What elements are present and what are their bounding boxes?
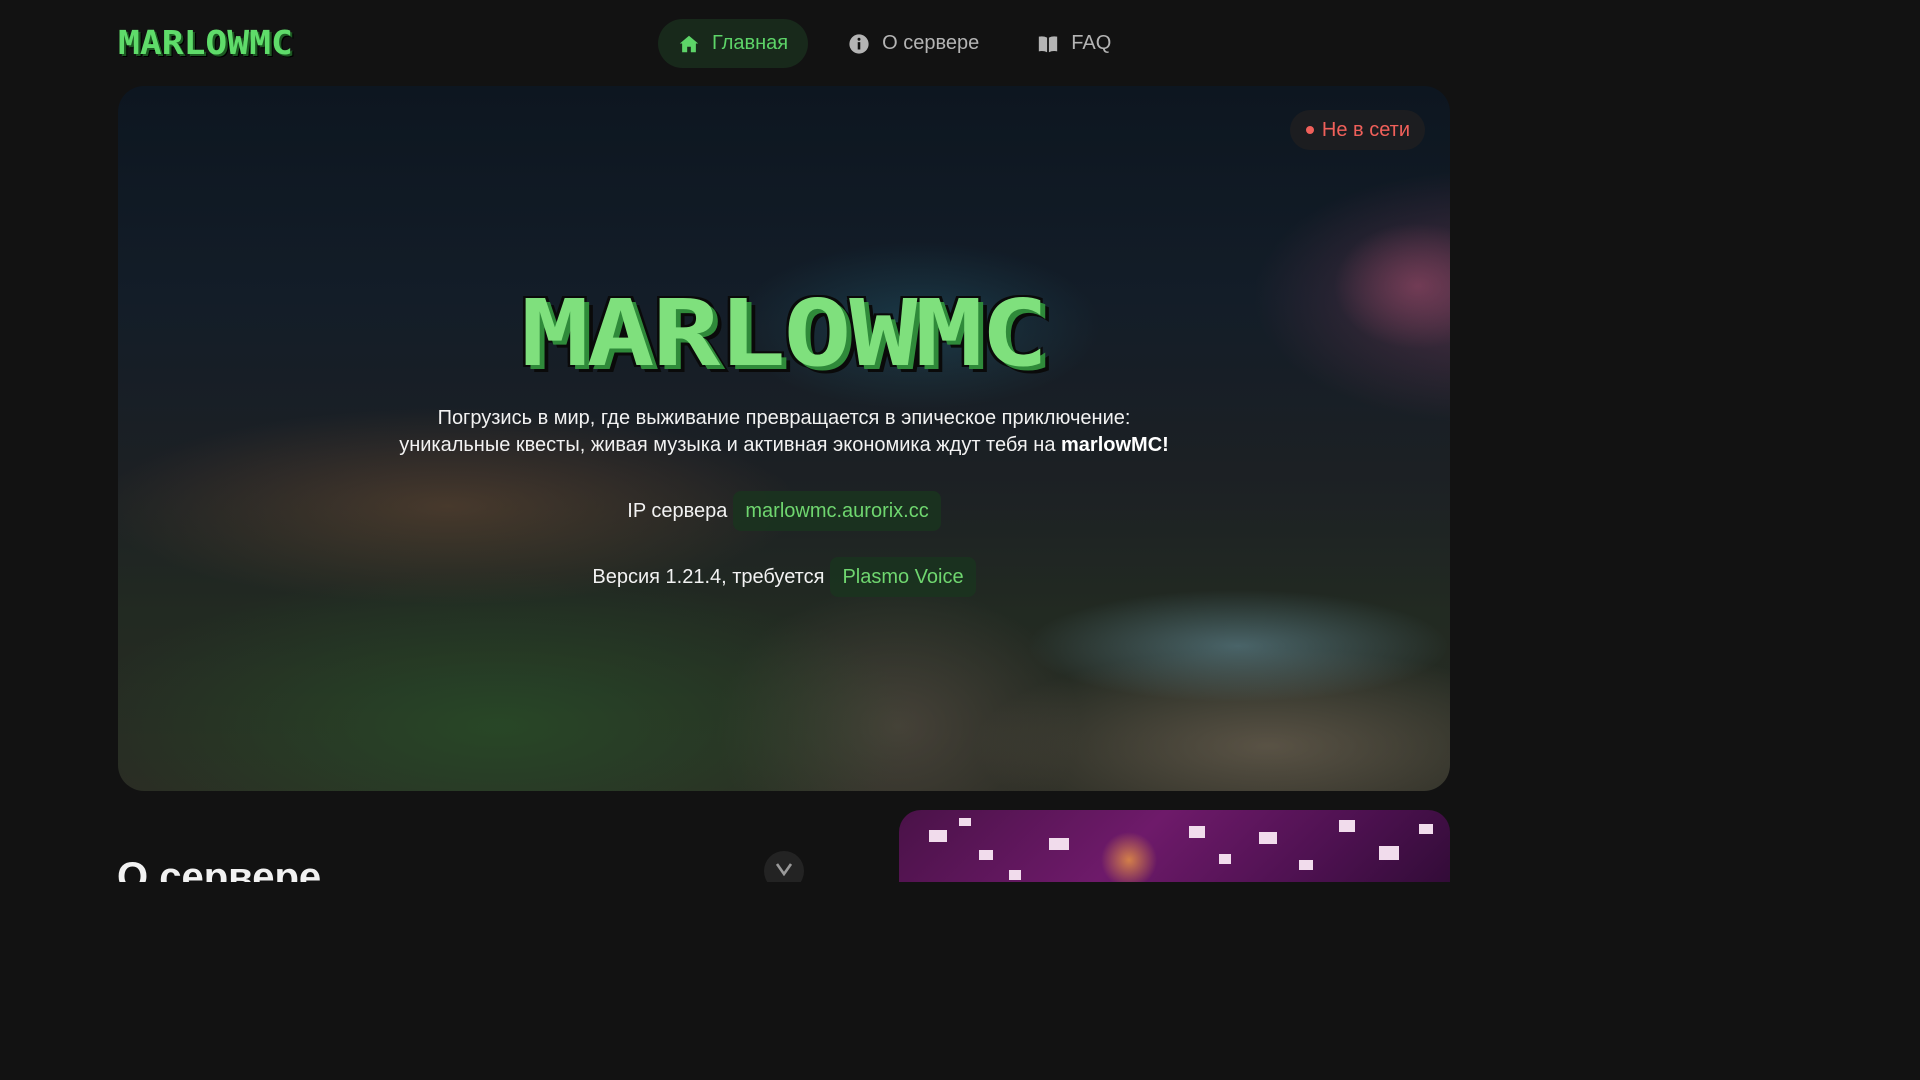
status-dot-icon xyxy=(1305,126,1314,134)
book-icon xyxy=(1037,33,1059,55)
nav-item-faq-label: FAQ xyxy=(1071,32,1112,54)
hero-description-line1: Погрузись в мир, где выживание превращае… xyxy=(437,407,1131,429)
server-status-badge: Не в сети xyxy=(1289,110,1425,150)
hero-banner: Не в сети MARLOWMC Погрузись в мир, где … xyxy=(118,86,1450,791)
plasmo-voice-link[interactable]: Plasmo Voice xyxy=(830,557,976,597)
hero-description-brand: marlowMC! xyxy=(1061,434,1169,456)
about-preview-image xyxy=(899,810,1450,882)
hero-logo-text: MARLOWMC xyxy=(521,280,1049,387)
server-ip-copy-button[interactable]: marlowmc.aurorix.cc xyxy=(733,491,941,531)
nav-item-home[interactable]: Главная xyxy=(658,19,809,68)
hero-description-line2: уникальные квесты, живая музыка и активн… xyxy=(118,432,1450,459)
server-ip-row: IP сервера marlowmc.aurorix.cc xyxy=(118,491,1450,531)
hero-description-line2-text: уникальные квесты, живая музыка и активн… xyxy=(399,434,1056,456)
info-icon xyxy=(848,33,870,55)
server-status-text: Не в сети xyxy=(1321,118,1410,141)
nav-item-faq[interactable]: FAQ xyxy=(1017,19,1131,68)
page: MARLOWMC Главная О сервере FAQ Не в сети xyxy=(0,0,1568,882)
hero-description: Погрузись в мир, где выживание превращае… xyxy=(118,405,1450,459)
server-version-label: Версия 1.21.4, требуется xyxy=(592,565,825,588)
nav-item-about[interactable]: О сервере xyxy=(828,19,999,68)
hero-logo: MARLOWMC xyxy=(118,284,1450,384)
nav-item-home-label: Главная xyxy=(712,32,789,54)
nav-item-about-label: О сервере xyxy=(882,32,980,54)
server-ip-label: IP сервера xyxy=(627,499,728,522)
site-logo[interactable]: MARLOWMC xyxy=(118,23,293,62)
chevron-down-icon xyxy=(775,862,793,881)
scroll-down-button[interactable] xyxy=(764,851,804,882)
home-icon xyxy=(678,33,700,55)
about-section-title: О сервере xyxy=(117,855,322,882)
main-nav: Главная О сервере FAQ xyxy=(658,19,1131,68)
logo-text: MARLOWMC xyxy=(118,22,293,62)
server-version-row: Версия 1.21.4, требуется Plasmo Voice xyxy=(118,557,1450,597)
